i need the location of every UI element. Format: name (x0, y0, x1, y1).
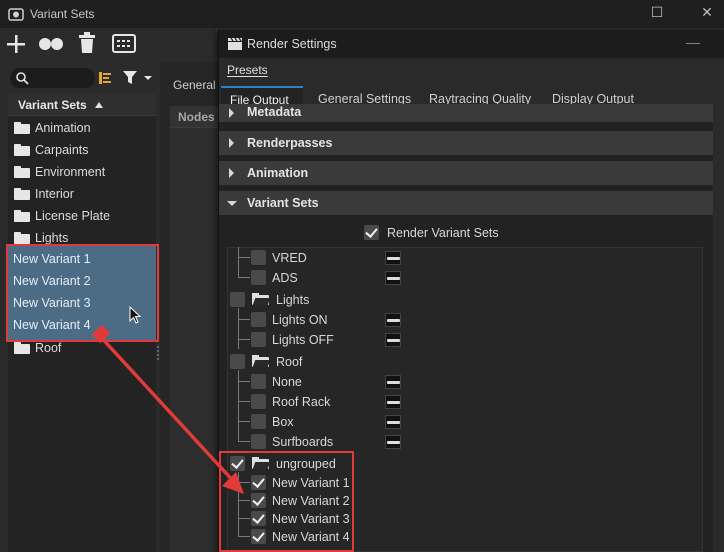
annotation-arrow (91, 324, 244, 494)
